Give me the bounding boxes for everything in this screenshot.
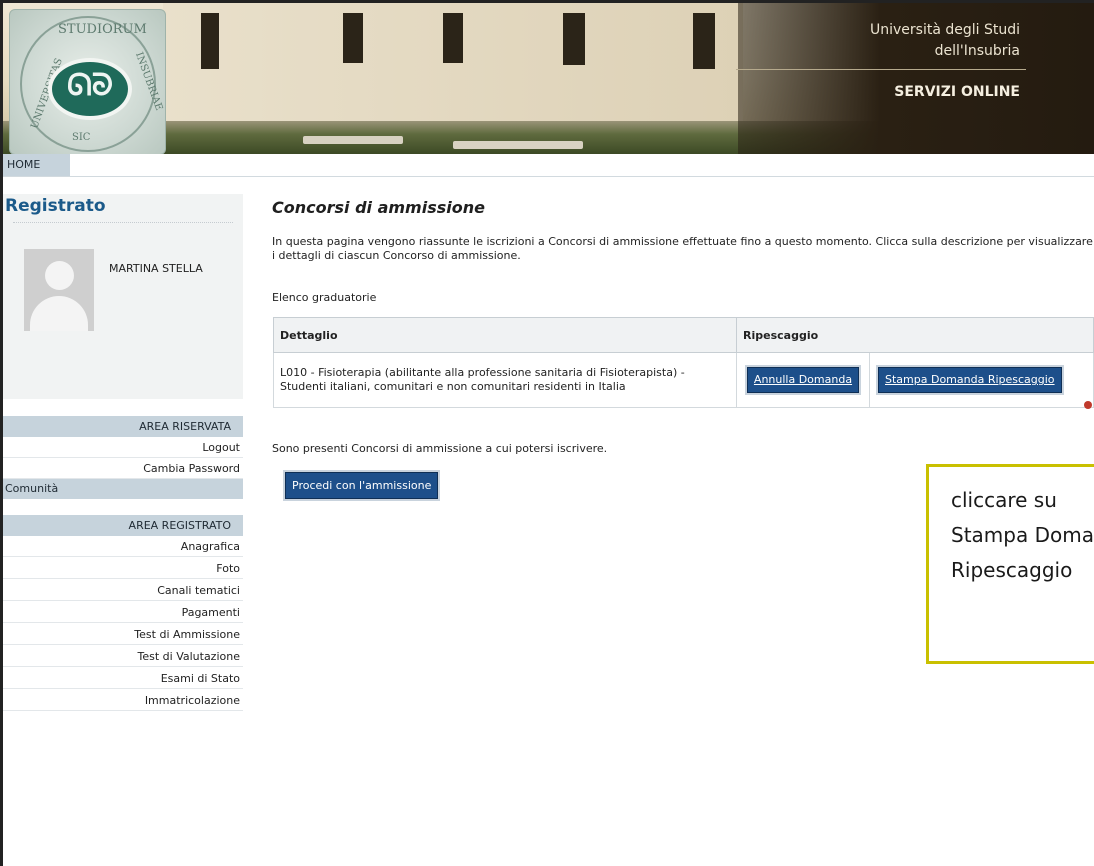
sidebar-item-esami-stato[interactable]: Esami di Stato (3, 668, 243, 689)
column-header-dettaglio: Dettaglio (273, 317, 737, 353)
table-header-row: Dettaglio Ripescaggio (273, 317, 1094, 353)
procedi-ammissione-button[interactable]: Procedi con l'ammissione (285, 472, 439, 499)
area-riservata-header: AREA RISERVATA (3, 416, 243, 437)
sidebar-title: Registrato (5, 196, 106, 216)
sidebar-item-test-ammissione[interactable]: Test di Ammissione (3, 624, 243, 645)
available-concorsi-text: Sono presenti Concorsi di ammissione a c… (272, 442, 608, 455)
stampa-cell: Stampa Domanda Ripescaggio (869, 352, 1094, 408)
seal-text: SIC (72, 132, 91, 143)
university-name-line1: Università degli Studi (869, 22, 1020, 38)
cambia-password-link[interactable]: Cambia Password (3, 458, 243, 479)
avatar (24, 249, 94, 331)
sidebar-title-rule (13, 222, 233, 223)
sidebar-item-pagamenti[interactable]: Pagamenti (3, 602, 243, 623)
home-tab[interactable]: HOME (3, 154, 70, 176)
area-registrato-header: AREA REGISTRATO (3, 515, 243, 536)
sidebar-item-foto[interactable]: Foto (3, 558, 243, 579)
list-title: Elenco graduatorie (272, 291, 377, 304)
pointer-marker-icon (1084, 401, 1092, 409)
comunita-link[interactable]: Comunità (3, 479, 243, 499)
table-row: L010 - Fisioterapia (abilitante alla pro… (273, 352, 1094, 408)
sidebar-item-test-valutazione[interactable]: Test di Valutazione (3, 646, 243, 667)
seal-emblem: ᘏᘐ (48, 58, 132, 120)
header-window (443, 13, 463, 63)
university-name: Università degli Studi dell'Insubria (870, 20, 1020, 62)
sidebar-item-canali-tematici[interactable]: Canali tematici (3, 580, 243, 601)
avatar-body (30, 296, 88, 331)
logout-link[interactable]: Logout (3, 437, 243, 458)
seal-text: STUDIORUM (58, 22, 147, 37)
header-window (563, 13, 585, 65)
instruction-callout-text: cliccare su Stampa Domanda Ripescaggio (951, 488, 1094, 582)
user-name: MARTINA STELLA (109, 262, 203, 275)
avatar-head (45, 261, 74, 290)
stampa-domanda-ripescaggio-button[interactable]: Stampa Domanda Ripescaggio (878, 367, 1062, 393)
header-divider (736, 69, 1026, 70)
header-bench (303, 136, 403, 144)
top-nav: HOME (3, 154, 1094, 177)
seal-emblem-glyph: ᘏᘐ (66, 68, 114, 103)
sidebar: Registrato MARTINA STELLA AREA RISERVATA… (3, 176, 243, 866)
header-window (343, 13, 363, 63)
header-window (201, 13, 219, 69)
page-title: Concorsi di ammissione (272, 198, 485, 217)
intro-text: In questa pagina vengono riassunte le is… (272, 235, 1093, 262)
header-bench (453, 141, 583, 149)
university-name-line2: dell'Insubria (934, 43, 1020, 59)
annulla-cell: Annulla Domanda (736, 352, 870, 408)
site-header: STUDIORUM INSUBRIAE UNIVERSITAS SIC ᘏᘐ U… (3, 3, 1094, 154)
annulla-domanda-button[interactable]: Annulla Domanda (746, 367, 860, 393)
column-header-ripescaggio: Ripescaggio (736, 317, 1094, 353)
sidebar-item-immatricolazione[interactable]: Immatricolazione (3, 690, 243, 711)
graduatorie-table: Dettaglio Ripescaggio L010 - Fisioterapi… (273, 317, 1094, 408)
row-detail[interactable]: L010 - Fisioterapia (abilitante alla pro… (273, 352, 737, 408)
sidebar-item-anagrafica[interactable]: Anagrafica (3, 536, 243, 557)
header-window (693, 13, 715, 69)
university-seal-logo: STUDIORUM INSUBRIAE UNIVERSITAS SIC ᘏᘐ (9, 9, 166, 154)
instruction-callout: cliccare su Stampa Domanda Ripescaggio (926, 464, 1094, 664)
servizi-online-label: SERVIZI ONLINE (894, 84, 1020, 100)
